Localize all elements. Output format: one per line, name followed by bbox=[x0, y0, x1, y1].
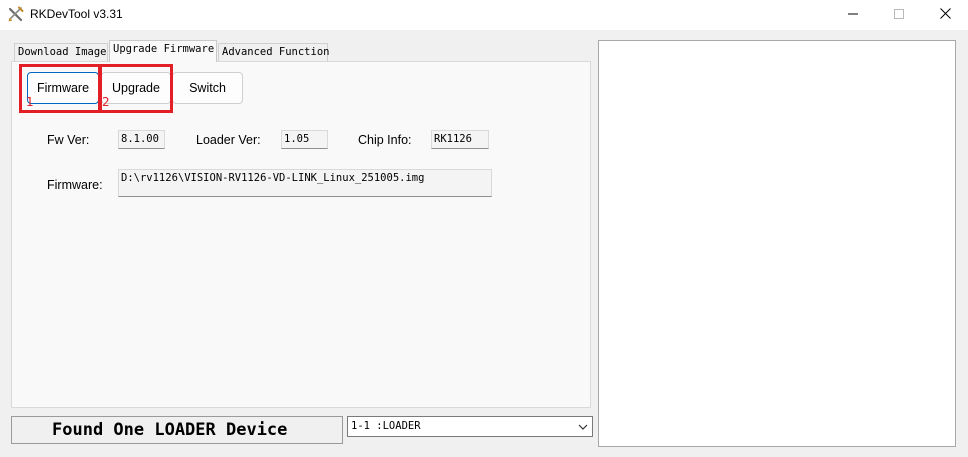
title-bar: RKDevTool v3.31 bbox=[0, 0, 968, 30]
loader-ver-label: Loader Ver: bbox=[196, 133, 261, 147]
window-title: RKDevTool v3.31 bbox=[30, 7, 123, 21]
upgrade-firmware-panel bbox=[11, 61, 591, 408]
close-icon bbox=[939, 8, 951, 22]
annotation-marker-2: 2 bbox=[102, 95, 110, 109]
annotation-marker-1: 1 bbox=[26, 95, 34, 109]
tab-advanced-function[interactable]: Advanced Function bbox=[218, 43, 329, 61]
chevron-down-icon bbox=[577, 421, 589, 433]
chip-info-label: Chip Info: bbox=[358, 133, 412, 147]
close-button[interactable] bbox=[922, 0, 968, 30]
firmware-path-field: D:\rv1126\VISION-RV1126-VD-LINK_Linux_25… bbox=[118, 169, 492, 197]
minimize-button[interactable] bbox=[830, 0, 876, 30]
device-select-value: 1-1 :LOADER bbox=[351, 420, 421, 432]
fw-ver-field: 8.1.00 bbox=[118, 130, 165, 149]
annotation-box-2 bbox=[99, 64, 173, 113]
firmware-path-label: Firmware: bbox=[47, 178, 103, 192]
switch-button[interactable]: Switch bbox=[172, 72, 243, 104]
minimize-icon bbox=[848, 8, 858, 22]
device-select[interactable]: 1-1 :LOADER bbox=[347, 416, 593, 437]
maximize-button[interactable] bbox=[876, 0, 922, 30]
chip-info-field: RK1126 bbox=[431, 130, 489, 149]
status-message: Found One LOADER Device bbox=[11, 416, 343, 444]
tab-download-image[interactable]: Download Image bbox=[14, 43, 108, 61]
log-output-panel[interactable] bbox=[598, 40, 956, 447]
fw-ver-label: Fw Ver: bbox=[47, 133, 90, 147]
tab-upgrade-firmware[interactable]: Upgrade Firmware bbox=[109, 40, 217, 62]
loader-ver-field: 1.05 bbox=[281, 130, 328, 149]
app-logo-icon bbox=[8, 6, 24, 22]
maximize-icon bbox=[894, 8, 904, 22]
